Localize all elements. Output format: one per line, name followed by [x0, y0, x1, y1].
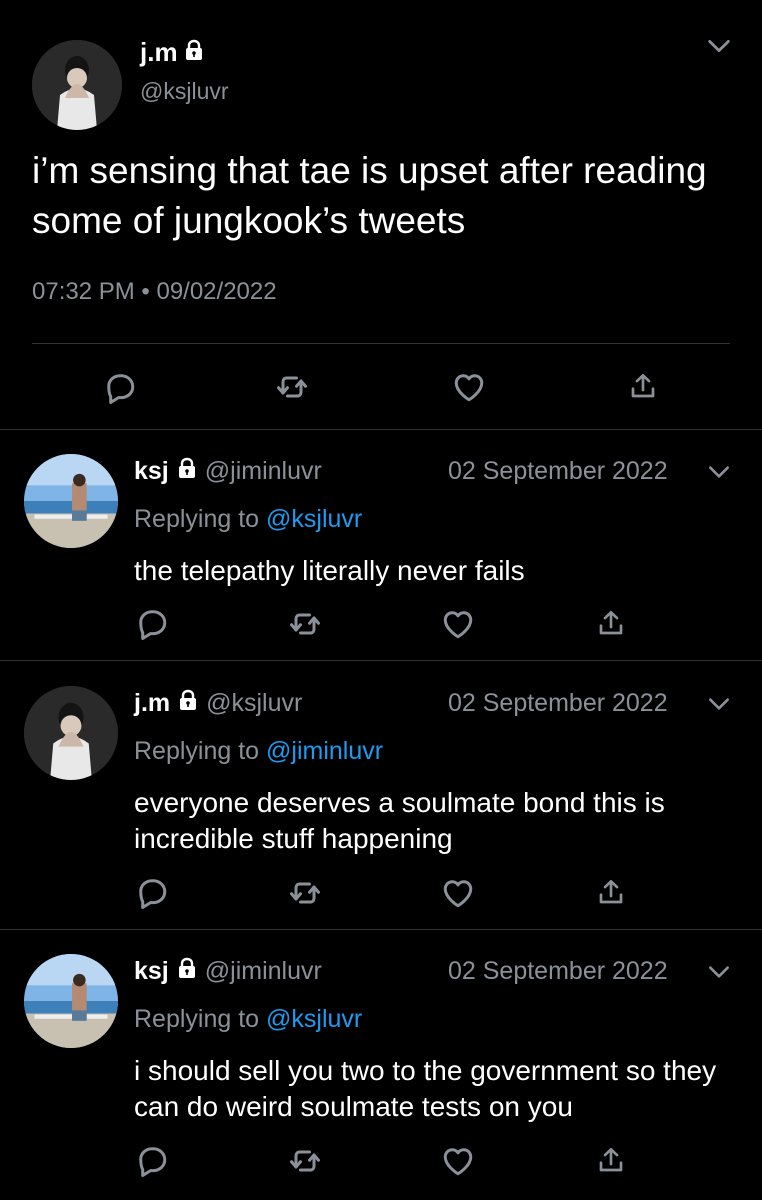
reply-date[interactable]: 02 September 2022	[448, 457, 668, 486]
retweet-icon[interactable]	[287, 1143, 323, 1179]
reply-header: ksj @jiminluvr	[134, 954, 322, 988]
main-display-name[interactable]: j.m	[140, 37, 178, 68]
reply-handle[interactable]: @jiminluvr	[205, 457, 322, 486]
divider	[0, 929, 762, 930]
reply-avatar[interactable]	[24, 686, 118, 780]
reply-text: everyone deserves a soulmate bond this i…	[134, 787, 665, 854]
reply-display-name[interactable]: j.m	[134, 689, 170, 718]
like-icon[interactable]	[440, 606, 476, 642]
replying-to-line: Replying to @ksjluvr	[134, 1005, 362, 1034]
main-timestamp: 07:32 PM • 09/02/2022	[32, 278, 277, 305]
like-icon[interactable]	[440, 1143, 476, 1179]
retweet-icon[interactable]	[287, 875, 323, 911]
divider	[0, 429, 762, 430]
like-icon[interactable]	[440, 875, 476, 911]
retweet-icon[interactable]	[274, 369, 310, 405]
main-tweet-text: i’m sensing that tae is upset after read…	[32, 150, 707, 241]
lock-icon	[177, 957, 197, 986]
reply-text: the telepathy literally never fails	[134, 555, 525, 586]
replying-to-line: Replying to @jiminluvr	[134, 737, 383, 766]
main-avatar[interactable]	[32, 40, 122, 130]
reply-date[interactable]: 02 September 2022	[448, 689, 668, 718]
replying-to-link[interactable]: @jiminluvr	[266, 737, 383, 765]
reply-avatar[interactable]	[24, 954, 118, 1048]
reply-icon[interactable]	[134, 605, 170, 641]
chevron-down-icon[interactable]	[702, 32, 736, 60]
reply-handle[interactable]: @ksjluvr	[206, 689, 302, 718]
replying-to-link[interactable]: @ksjluvr	[266, 1005, 362, 1033]
lock-icon	[177, 457, 197, 486]
divider	[32, 343, 730, 344]
replying-label: Replying to	[134, 505, 260, 533]
chevron-down-icon[interactable]	[704, 459, 734, 485]
reply-text: i should sell you two to the government …	[134, 1055, 717, 1122]
main-handle[interactable]: @ksjluvr	[140, 78, 229, 105]
main-display-name-row: j.m	[140, 34, 204, 70]
chevron-down-icon[interactable]	[704, 691, 734, 717]
share-icon[interactable]	[627, 370, 659, 402]
reply-icon[interactable]	[102, 369, 138, 405]
lock-icon	[178, 689, 198, 718]
replying-to-line: Replying to @ksjluvr	[134, 505, 362, 534]
like-icon[interactable]	[451, 369, 487, 405]
reply-header: ksj @jiminluvr	[134, 454, 322, 488]
divider	[0, 660, 762, 661]
lock-icon	[184, 39, 204, 66]
share-icon[interactable]	[595, 1144, 627, 1176]
retweet-icon[interactable]	[287, 606, 323, 642]
share-icon[interactable]	[595, 607, 627, 639]
reply-handle[interactable]: @jiminluvr	[205, 957, 322, 986]
replying-label: Replying to	[134, 737, 260, 765]
reply-avatar[interactable]	[24, 454, 118, 548]
share-icon[interactable]	[595, 876, 627, 908]
reply-icon[interactable]	[134, 1142, 170, 1178]
chevron-down-icon[interactable]	[704, 959, 734, 985]
reply-display-name[interactable]: ksj	[134, 457, 169, 486]
reply-header: j.m @ksjluvr	[134, 686, 302, 720]
replying-to-link[interactable]: @ksjluvr	[266, 505, 362, 533]
reply-date[interactable]: 02 September 2022	[448, 957, 668, 986]
reply-icon[interactable]	[134, 874, 170, 910]
replying-label: Replying to	[134, 1005, 260, 1033]
reply-display-name[interactable]: ksj	[134, 957, 169, 986]
